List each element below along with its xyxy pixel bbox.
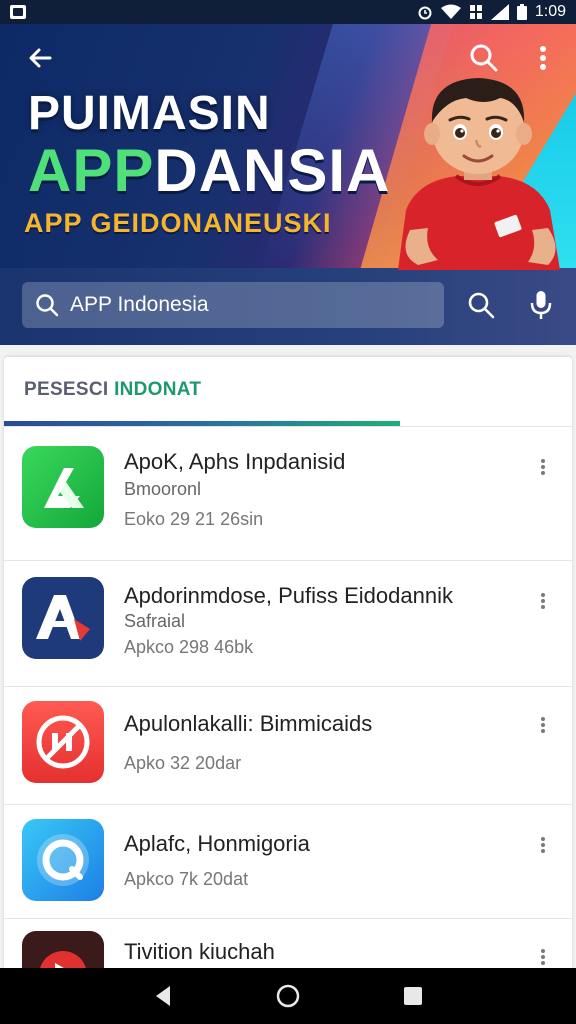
data-icon <box>469 5 482 19</box>
alarm-icon <box>418 6 432 20</box>
green-arrow-app-icon <box>22 446 104 528</box>
status-bar: 1:09 <box>0 0 576 24</box>
nav-recents-button[interactable] <box>393 976 433 1016</box>
nav-home-button[interactable] <box>268 976 308 1016</box>
back-button[interactable] <box>22 40 58 76</box>
app-title: Apulonlakalli: Bimmicaids <box>124 711 373 736</box>
more-vert-icon[interactable] <box>534 835 552 859</box>
wifi-icon <box>440 4 461 19</box>
more-vert-icon[interactable] <box>534 591 552 615</box>
header-more-button[interactable] <box>528 40 558 76</box>
app-list-item[interactable]: Aplafc, Honmigoria Apkco 7k 20dat <box>4 805 572 919</box>
app-meta: Apkco 7k 20dat <box>124 869 249 889</box>
back-triangle-icon <box>155 986 170 1006</box>
no-circle-app-icon <box>22 701 104 783</box>
nav-back-button[interactable] <box>143 976 183 1016</box>
app-subtitle: Safraial <box>124 611 186 631</box>
banner-subtitle: APP GEIDONANEUSKI <box>24 208 332 238</box>
home-circle-icon <box>276 984 300 1008</box>
banner-title-white-part: DANSIA <box>154 137 391 204</box>
search-icon <box>468 292 495 319</box>
battery-icon <box>516 4 527 20</box>
app-meta: Apkco 298 46bk <box>124 637 254 657</box>
search-icon <box>36 294 59 317</box>
system-nav-bar <box>0 968 576 1024</box>
section-tab-header: PESESCI INDONAT <box>4 357 572 427</box>
tab-indonesia[interactable]: PESESCI INDONAT <box>24 379 201 401</box>
app-meta: Apko 32 20dar <box>124 753 242 773</box>
notification-icon <box>10 5 26 19</box>
tab-label-part1: PESESCI <box>24 379 109 400</box>
app-title: Apdorinmdose, Pufiss Eidodannik <box>124 583 453 608</box>
ring-app-icon <box>22 819 104 901</box>
header-search-button[interactable] <box>466 40 502 76</box>
search-input[interactable] <box>70 293 400 317</box>
mic-button[interactable] <box>526 288 556 322</box>
tab-label-part2: INDONAT <box>114 379 202 400</box>
app-title: Aplafc, Honmigoria <box>124 831 310 856</box>
more-vert-icon[interactable] <box>534 457 552 481</box>
more-vert-icon[interactable] <box>534 715 552 739</box>
mic-icon <box>530 291 552 319</box>
app-header: PUIMASIN APPDANSIA APP GEIDONANEUSKI <box>0 0 576 345</box>
app-list-card: PESESCI INDONAT ApoK, Aphs Inpdanisid Bm… <box>4 357 572 977</box>
status-time: 1:09 <box>534 3 566 20</box>
letter-a-app-icon <box>22 577 104 659</box>
child-illustration <box>398 78 560 270</box>
recents-square-icon <box>404 987 423 1005</box>
app-list-item[interactable]: Apdorinmdose, Pufiss Eidodannik Safraial… <box>4 561 572 687</box>
search-field[interactable] <box>22 282 444 328</box>
search-icon <box>470 44 498 72</box>
banner-title-green-part: APP <box>28 137 155 204</box>
voice-search-button[interactable] <box>466 290 496 320</box>
signal-icon <box>490 4 509 20</box>
app-list-item[interactable]: Apulonlakalli: Bimmicaids Apko 32 20dar <box>4 687 572 805</box>
app-title: Tivition kiuchah <box>124 939 275 964</box>
banner-title-line2: APPDANSIA <box>28 136 390 205</box>
tab-indicator <box>4 421 400 426</box>
banner-title-line1: PUIMASIN <box>28 87 271 140</box>
app-title: ApoK, Aphs Inpdanisid <box>124 449 346 474</box>
app-list-item[interactable]: ApoK, Aphs Inpdanisid Bmooronl Eoko 29 2… <box>4 427 572 561</box>
app-meta: Eoko 29 21 26sin <box>124 509 264 529</box>
app-subtitle: Bmooronl <box>124 479 202 499</box>
more-vert-icon <box>540 46 546 70</box>
back-arrow-icon <box>29 48 52 68</box>
